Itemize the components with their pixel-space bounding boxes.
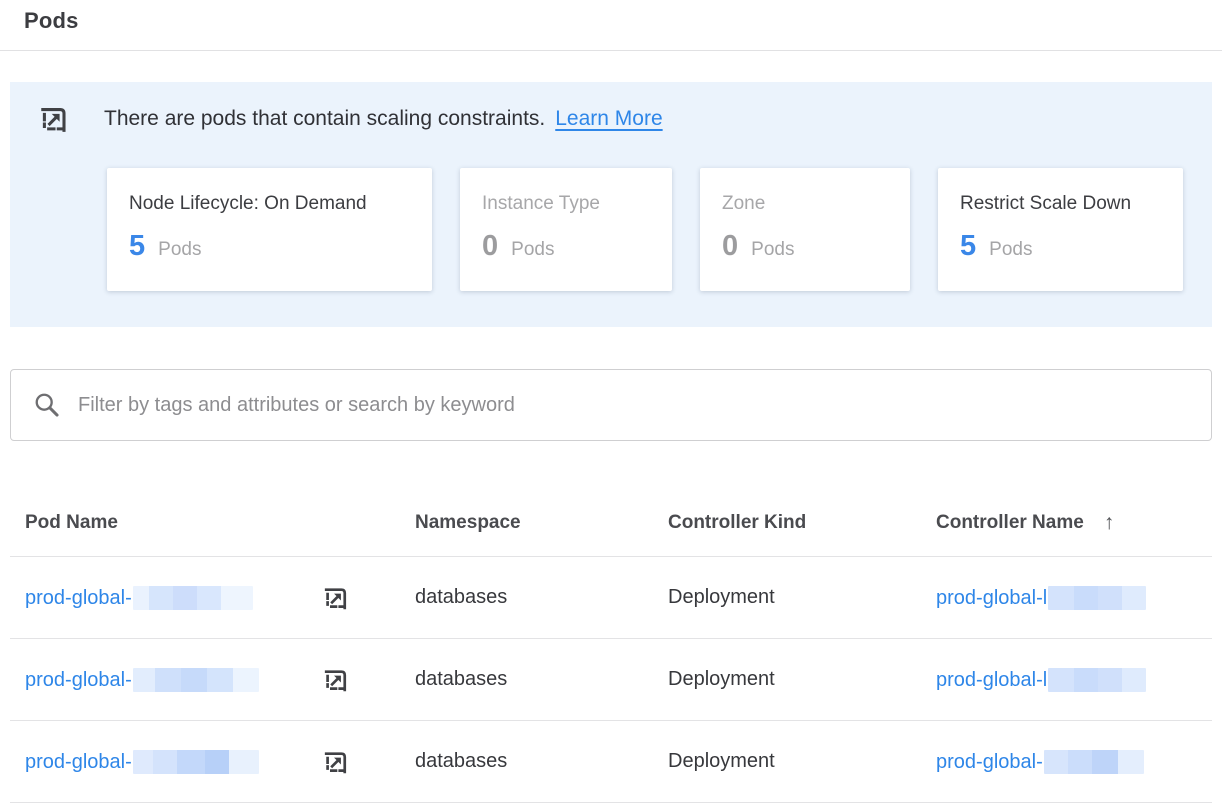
card-count: 5 <box>129 230 145 263</box>
search-input[interactable] <box>78 394 1189 417</box>
card-title: Instance Type <box>482 193 650 215</box>
controller-name-link[interactable]: prod-global-l <box>936 587 1047 609</box>
namespace-cell: databases <box>415 750 668 773</box>
title-divider <box>0 50 1222 51</box>
col-header-namespace[interactable]: Namespace <box>415 512 668 534</box>
learn-more-link[interactable]: Learn More <box>555 107 662 130</box>
card-node-lifecycle-on-demand[interactable]: Node Lifecycle: On Demand 5 Pods <box>107 168 432 291</box>
banner-header: There are pods that contain scaling cons… <box>38 103 1184 135</box>
controller-name-link[interactable]: prod-global- <box>936 751 1043 773</box>
redacted-text <box>1048 586 1146 610</box>
card-instance-type[interactable]: Instance Type 0 Pods <box>460 168 672 291</box>
card-count: 0 <box>482 230 498 263</box>
pod-name-link[interactable]: prod-global- <box>25 587 132 609</box>
controller-name-cell: prod-global-l <box>936 586 1212 610</box>
scale-out-icon[interactable] <box>322 748 350 776</box>
table-row: prod-global- databases Deployment prod-g… <box>10 721 1212 803</box>
card-unit: Pods <box>511 239 554 261</box>
controller-kind-cell: Deployment <box>668 668 936 691</box>
pod-name-cell: prod-global- <box>25 668 415 692</box>
pods-page: Pods There are pods that contain scaling… <box>0 0 1222 804</box>
redacted-text <box>133 750 259 774</box>
card-title: Node Lifecycle: On Demand <box>129 193 410 215</box>
card-restrict-scale-down[interactable]: Restrict Scale Down 5 Pods <box>938 168 1183 291</box>
card-unit: Pods <box>751 239 794 261</box>
table-row: prod-global- databases Deployment prod-g… <box>10 557 1212 639</box>
search-icon <box>33 391 61 419</box>
card-title: Restrict Scale Down <box>960 193 1161 215</box>
controller-name-cell: prod-global-l <box>936 668 1212 692</box>
pod-name-cell: prod-global- <box>25 586 415 610</box>
col-header-pod-name[interactable]: Pod Name <box>25 512 415 534</box>
card-count: 5 <box>960 230 976 263</box>
redacted-text <box>1044 750 1144 774</box>
table-row: prod-global- databases Deployment prod-g… <box>10 639 1212 721</box>
controller-kind-cell: Deployment <box>668 750 936 773</box>
card-unit: Pods <box>158 239 201 261</box>
col-header-controller-name[interactable]: Controller Name ↑ <box>936 511 1212 535</box>
pods-table: Pod Name Namespace Controller Kind Contr… <box>10 489 1212 803</box>
controller-name-link[interactable]: prod-global-l <box>936 669 1047 691</box>
scale-out-icon[interactable] <box>322 584 350 612</box>
table-header-row: Pod Name Namespace Controller Kind Contr… <box>10 489 1212 557</box>
card-count: 0 <box>722 230 738 263</box>
redacted-text <box>133 586 253 610</box>
sort-asc-icon[interactable]: ↑ <box>1104 511 1115 535</box>
constraint-cards: Node Lifecycle: On Demand 5 Pods Instanc… <box>107 168 1184 291</box>
redacted-text <box>1048 668 1146 692</box>
controller-name-cell: prod-global- <box>936 750 1212 774</box>
filter-bar[interactable] <box>10 369 1212 441</box>
pod-name-link[interactable]: prod-global- <box>25 669 132 691</box>
scale-out-icon[interactable] <box>322 666 350 694</box>
namespace-cell: databases <box>415 586 668 609</box>
col-header-label: Controller Name <box>936 512 1084 534</box>
page-title: Pods <box>24 8 1222 34</box>
banner-message-wrap: There are pods that contain scaling cons… <box>104 107 663 131</box>
pod-name-link[interactable]: prod-global- <box>25 751 132 773</box>
redacted-text <box>133 668 259 692</box>
scaling-constraints-banner: There are pods that contain scaling cons… <box>10 82 1212 327</box>
namespace-cell: databases <box>415 668 668 691</box>
scale-out-icon <box>38 103 70 135</box>
col-header-controller-kind[interactable]: Controller Kind <box>668 512 936 534</box>
card-unit: Pods <box>989 239 1032 261</box>
banner-message: There are pods that contain scaling cons… <box>104 107 545 130</box>
card-title: Zone <box>722 193 888 215</box>
pod-name-cell: prod-global- <box>25 750 415 774</box>
controller-kind-cell: Deployment <box>668 586 936 609</box>
card-zone[interactable]: Zone 0 Pods <box>700 168 910 291</box>
